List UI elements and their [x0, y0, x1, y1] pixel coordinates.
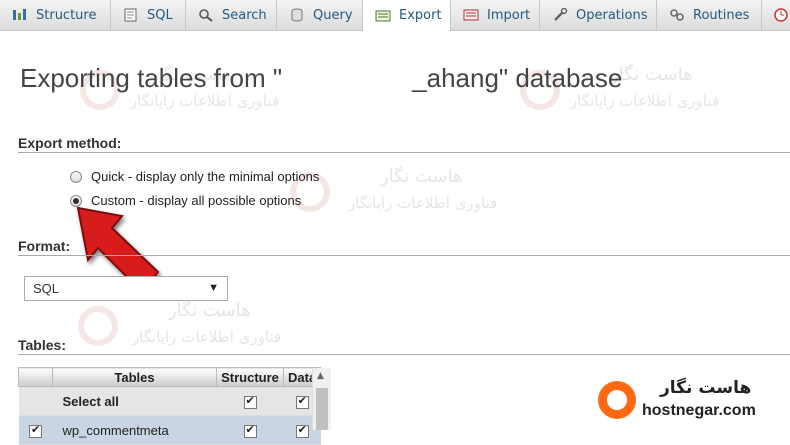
search-icon: [198, 8, 214, 22]
page-title: Exporting tables from " _ahang" database: [20, 63, 623, 93]
query-icon: [289, 8, 305, 22]
tab-events[interactable]: [762, 0, 790, 30]
select-all-data-checkbox[interactable]: [295, 394, 309, 409]
scrollbar-thumb[interactable]: [316, 388, 328, 430]
logo-mark-icon: [598, 381, 636, 419]
tab-import[interactable]: Import: [451, 0, 540, 30]
radio-quick[interactable]: Quick - display only the minimal options: [70, 169, 319, 184]
table-header-tables: Tables: [52, 367, 217, 387]
logo-text-en: hostnegar.com: [642, 402, 756, 419]
tab-bar: Structure SQL Search Query Export Import…: [0, 0, 790, 31]
row-data-checkbox[interactable]: [295, 423, 309, 438]
clock-icon: [774, 8, 790, 22]
logo-text-fa: هاست نگار: [660, 378, 752, 398]
table-header-row: Tables Structure Data: [18, 367, 322, 387]
table-name: wp_commentmeta: [52, 415, 217, 445]
tab-sql[interactable]: SQL: [111, 0, 186, 30]
structure-icon: [12, 8, 28, 22]
dropdown-arrow-icon: ▼: [208, 282, 219, 294]
export-method-heading: Export method:: [18, 135, 122, 151]
tables-table: Tables Structure Data Select all wp_comm…: [18, 367, 322, 445]
table-header-structure: Structure: [216, 367, 284, 387]
row-structure-checkbox[interactable]: [243, 423, 257, 438]
tab-operations[interactable]: Operations: [540, 0, 657, 30]
format-heading: Format:: [18, 238, 71, 254]
select-all-structure-checkbox[interactable]: [243, 394, 257, 409]
divider: [18, 255, 790, 256]
select-all-row[interactable]: Select all: [18, 386, 321, 416]
radio-quick-button[interactable]: [70, 170, 82, 183]
radio-quick-label: Quick - display only the minimal options: [91, 169, 320, 184]
table-row[interactable]: wp_commentmeta: [18, 415, 321, 445]
sql-icon: [123, 8, 139, 22]
tab-export[interactable]: Export: [363, 0, 451, 31]
tab-structure[interactable]: Structure: [0, 0, 111, 30]
tables-heading: Tables:: [18, 337, 66, 353]
tables-scrollbar[interactable]: ▲: [312, 368, 331, 430]
divider: [18, 152, 790, 153]
format-select-value: SQL: [33, 281, 60, 296]
scroll-up-icon[interactable]: ▲: [317, 371, 324, 381]
format-select[interactable]: SQL ▼: [24, 276, 228, 301]
divider: [18, 354, 790, 355]
tab-search[interactable]: Search: [186, 0, 277, 30]
import-icon: [463, 8, 479, 22]
table-header-spacer: [18, 367, 53, 387]
tab-query[interactable]: Query: [277, 0, 363, 30]
tab-routines[interactable]: Routines: [657, 0, 762, 30]
wrench-icon: [552, 7, 568, 22]
export-icon: [375, 9, 391, 23]
row-select-checkbox[interactable]: [29, 423, 42, 438]
routines-icon: [669, 8, 685, 22]
select-all-label: Select all: [52, 386, 217, 416]
